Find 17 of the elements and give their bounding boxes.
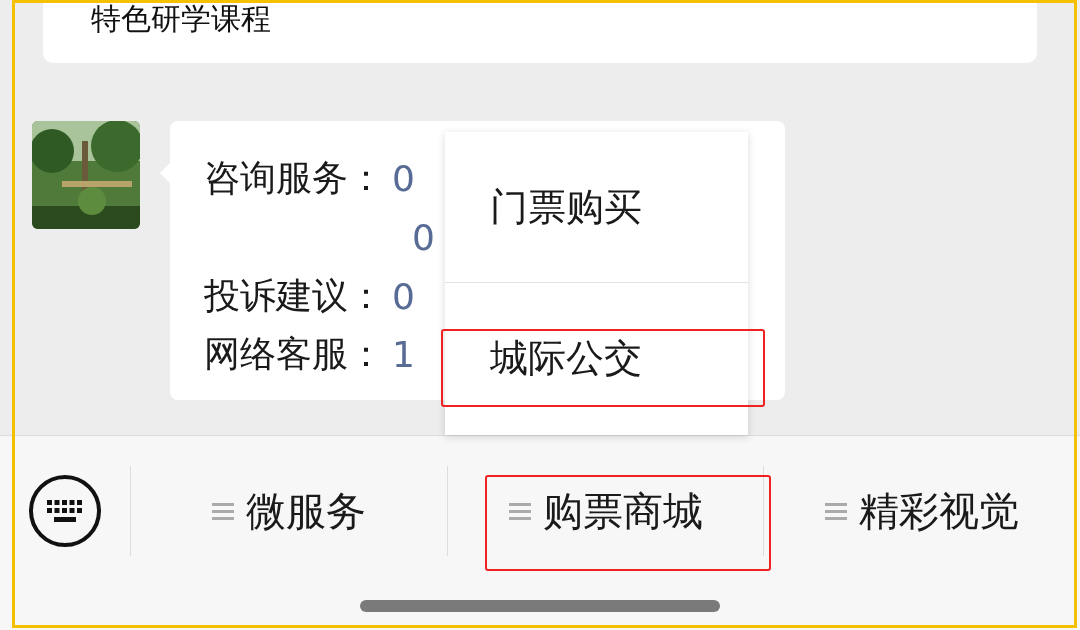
contact-label: 网络客服： (204, 331, 384, 376)
contact-label: 咨询服务： (204, 155, 384, 200)
phone-number[interactable]: 0 (412, 216, 435, 258)
menu-item[interactable]: 门票购买 (445, 132, 748, 283)
phone-number[interactable]: 0 (392, 157, 415, 199)
phone-number[interactable]: 1 (392, 333, 415, 375)
keyboard-icon[interactable] (28, 474, 102, 548)
menu-icon (825, 500, 848, 522)
menu-icon (211, 500, 234, 522)
menu-item[interactable]: 城际公交 (445, 283, 748, 434)
menu-tab[interactable]: 微服务 (131, 466, 448, 556)
contact-label: 投诉建议： (204, 273, 384, 318)
card-text: 特色研学课程 (91, 2, 271, 36)
menu-tab[interactable]: 购票商城 (447, 466, 765, 556)
menu-icon (508, 500, 531, 522)
phone-number[interactable]: 0 (392, 275, 415, 317)
menu-tab[interactable]: 精彩视觉 (764, 466, 1080, 556)
